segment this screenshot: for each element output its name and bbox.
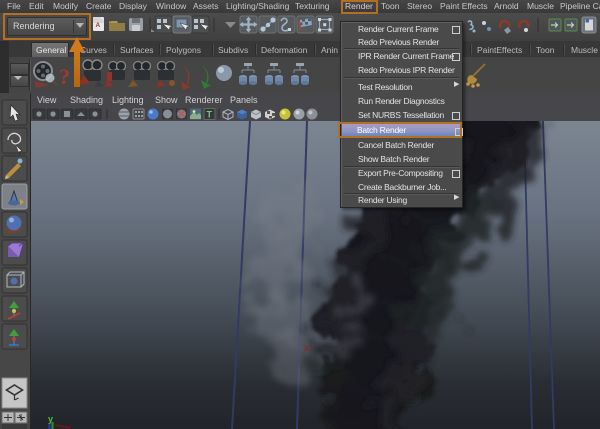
svg-text:T: T <box>207 110 213 120</box>
svg-text:A: A <box>96 22 101 29</box>
svg-text:y: y <box>48 414 53 424</box>
svg-text:?: ? <box>59 64 70 89</box>
